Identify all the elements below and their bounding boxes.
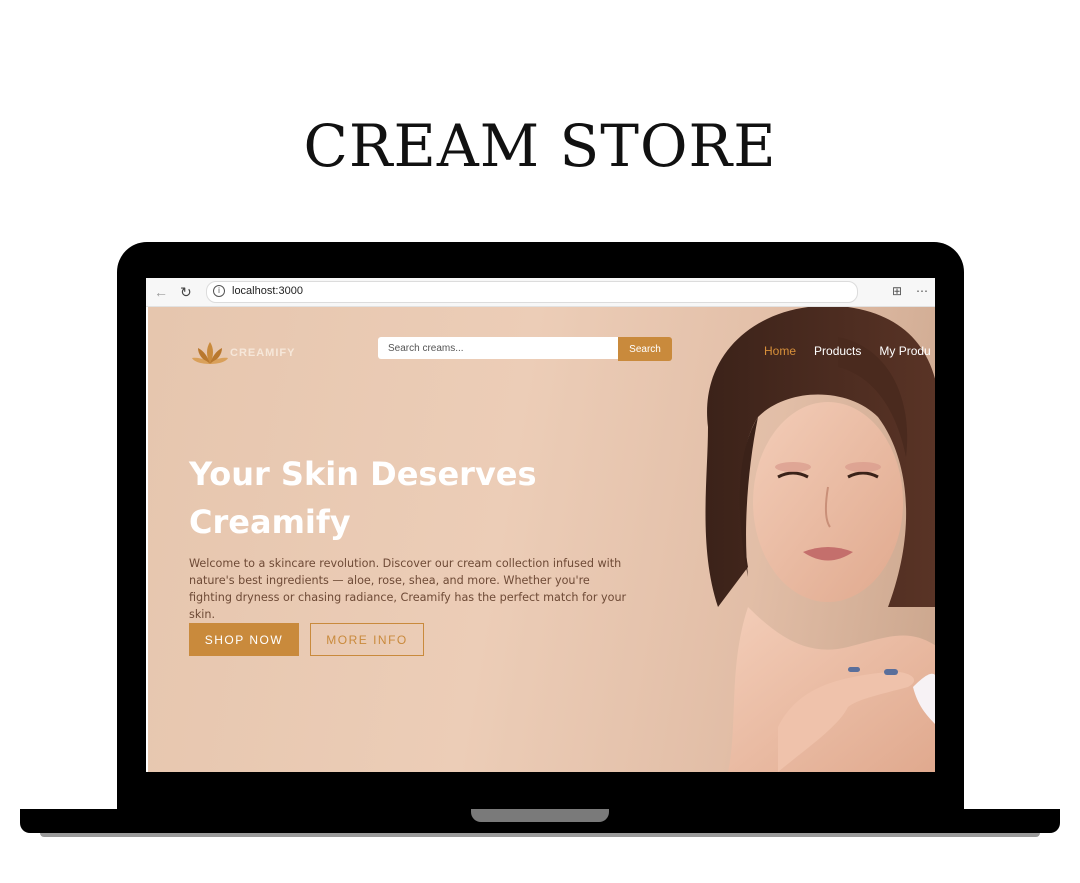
laptop-screen: ← ↻ i localhost:3000 ⊞ ⋯ CREAMIFY Search… (146, 278, 935, 772)
nav-my-products[interactable]: My Produ (879, 344, 930, 358)
browser-toolbar: ← ↻ i localhost:3000 ⊞ ⋯ (146, 278, 935, 307)
lotus-logo-icon (192, 342, 228, 364)
reload-icon[interactable]: ↻ (180, 283, 192, 301)
hero-description: Welcome to a skincare revolution. Discov… (189, 557, 627, 621)
more-options-icon[interactable]: ⋯ (916, 284, 928, 298)
more-info-button[interactable]: MORE INFO (310, 623, 424, 656)
hero-model-image (705, 307, 935, 772)
info-icon[interactable]: i (213, 285, 225, 297)
hero-heading-line2: Creamify (189, 503, 351, 541)
search-input[interactable] (378, 337, 618, 359)
hero-heading-line1: Your Skin Deserves (189, 455, 537, 493)
laptop-notch (471, 809, 609, 822)
url-text[interactable]: localhost:3000 (232, 285, 303, 297)
laptop-base-shadow (40, 833, 1040, 837)
logo-text: CREAMIFY (230, 347, 296, 359)
back-icon[interactable]: ← (154, 283, 168, 301)
site-logo[interactable]: CREAMIFY (192, 340, 295, 366)
nav-products[interactable]: Products (814, 344, 861, 358)
page-title: CREAM STORE (303, 112, 777, 180)
hero-section: CREAMIFY Search Home Products My Produ Y… (148, 307, 935, 772)
main-nav: Home Products My Produ (764, 344, 931, 358)
address-bar[interactable]: i localhost:3000 (206, 281, 858, 303)
nav-home[interactable]: Home (764, 344, 796, 358)
search-button[interactable]: Search (618, 337, 672, 361)
hero-heading: Your Skin Deserves Creamify (189, 450, 589, 546)
extensions-icon[interactable]: ⊞ (892, 284, 902, 298)
shop-now-button[interactable]: SHOP NOW (189, 623, 299, 656)
search-bar: Search (378, 337, 672, 361)
